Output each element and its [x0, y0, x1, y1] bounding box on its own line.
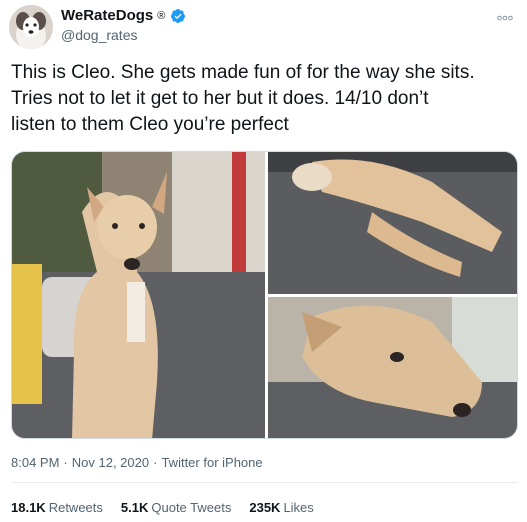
- display-name[interactable]: WeRateDogs: [61, 7, 153, 24]
- likes-count: 235K: [249, 500, 281, 515]
- meta-separator: ·: [153, 455, 158, 470]
- avatar[interactable]: [9, 5, 53, 49]
- retweets-stat[interactable]: 18.1K Retweets: [11, 500, 103, 515]
- retweets-label: Retweets: [48, 500, 103, 515]
- tweet-text: This is Cleo. She gets made fun of for t…: [11, 62, 475, 135]
- dog-avatar-icon: [9, 5, 53, 49]
- divider: [11, 482, 518, 483]
- photo-dog-legs[interactable]: [268, 152, 518, 294]
- tweet-meta: 8:04 PM · Nov 12, 2020 · Twitter for iPh…: [11, 455, 263, 470]
- account-handle[interactable]: @dog_rates: [61, 27, 137, 43]
- photo-dog-sitting[interactable]: [12, 152, 265, 439]
- registered-mark: ®: [157, 9, 166, 22]
- quotes-label: Quote Tweets: [151, 500, 232, 515]
- media-grid[interactable]: [11, 151, 518, 439]
- meta-separator: ·: [63, 455, 68, 470]
- more-options-icon[interactable]: [497, 9, 513, 24]
- tweet-source[interactable]: Twitter for iPhone: [161, 455, 262, 470]
- photo-dog-face[interactable]: [268, 297, 518, 439]
- account-name-row[interactable]: WeRateDogs ®: [61, 7, 186, 24]
- likes-label: Likes: [283, 500, 314, 515]
- engagement-stats: 18.1K Retweets 5.1K Quote Tweets 235K Likes: [11, 500, 314, 515]
- quote-tweets-stat[interactable]: 5.1K Quote Tweets: [121, 500, 231, 515]
- tweet-date[interactable]: Nov 12, 2020: [72, 455, 149, 470]
- quotes-count: 5.1K: [120, 500, 149, 515]
- likes-stat[interactable]: 235K Likes: [249, 500, 313, 515]
- verified-badge-icon: [171, 8, 186, 23]
- tweet-time[interactable]: 8:04 PM: [11, 455, 59, 470]
- retweets-count: 18.1K: [11, 500, 46, 515]
